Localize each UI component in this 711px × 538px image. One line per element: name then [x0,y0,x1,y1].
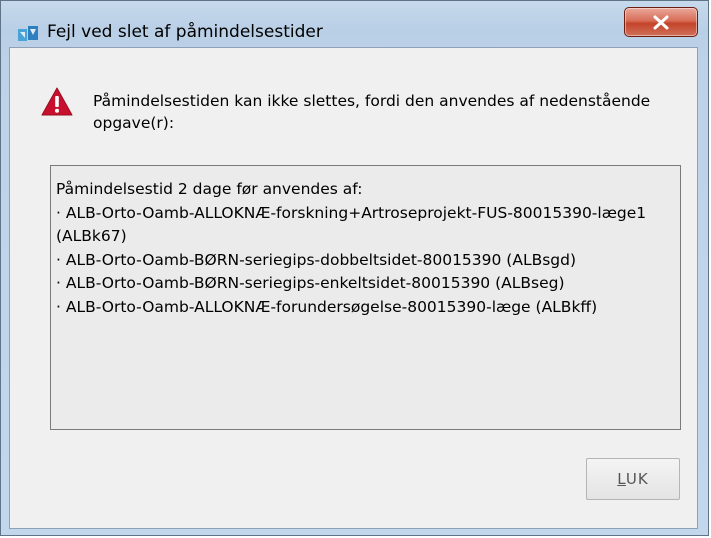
close-window-button[interactable] [624,7,698,37]
close-icon [653,15,669,30]
title-bar[interactable]: Fejl ved slet af påmindelsestider [1,1,708,47]
error-message: Påmindelsestiden kan ikke slettes, fordi… [93,92,651,132]
list-item: · ALB-Orto-Oamb-ALLOKNÆ-forskning+Artros… [56,203,647,246]
close-button-label: UK [625,470,649,488]
details-textbox[interactable]: Påmindelsestid 2 dage før anvendes af: ·… [50,165,681,430]
list-item: · ALB-Orto-Oamb-BØRN-seriegips-dobbeltsi… [56,250,577,269]
close-button-mnemonic: L [617,470,626,488]
list-item: · ALB-Orto-Oamb-BØRN-seriegips-enkeltsid… [56,274,565,292]
warning-icon [41,87,73,116]
window-title: Fejl ved slet af påmindelsestider [47,22,323,42]
close-button[interactable]: LUK [586,458,680,500]
details-header: Påmindelsestid 2 dage før anvendes af: [56,180,363,198]
list-item: · ALB-Orto-Oamb-ALLOKNÆ-forundersøgelse-… [56,297,598,316]
app-icon [17,23,39,45]
